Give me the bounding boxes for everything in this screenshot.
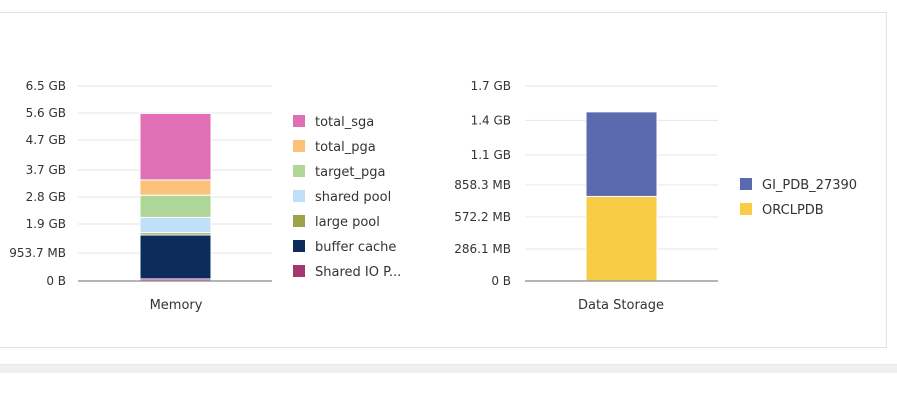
bar-segment[interactable] (139, 194, 212, 218)
bar-segment[interactable] (585, 111, 658, 197)
bar-segment[interactable] (139, 112, 212, 181)
y-tick-label: 286.1 MB (454, 242, 511, 256)
y-tick-label: 5.6 GB (26, 106, 66, 120)
legend-item-label[interactable]: shared pool (315, 190, 391, 205)
bar-segment[interactable] (139, 216, 212, 234)
y-tick-label: 0 B (46, 274, 66, 288)
bar-segment[interactable] (139, 234, 212, 280)
bar-segment[interactable] (585, 195, 658, 282)
legend-item-label[interactable]: Shared IO P... (315, 265, 401, 280)
legend-swatch[interactable] (293, 115, 305, 127)
y-tick-label: 6.5 GB (26, 79, 66, 93)
legend-swatch[interactable] (293, 140, 305, 152)
y-tick-label: 0 B (491, 274, 511, 288)
y-tick-label: 1.9 GB (26, 217, 66, 231)
charts-svg: 0 B 953.7 MB 1.9 GB 2.8 GB 3.7 GB 4.7 GB 5.6 G… (9, 79, 857, 313)
legend-item-label[interactable]: ORCLPDB (762, 203, 824, 218)
legend-swatch[interactable] (740, 178, 752, 190)
y-tick-label: 2.8 GB (26, 190, 66, 204)
y-tick-label: 858.3 MB (454, 178, 511, 192)
y-tick-label: 4.7 GB (26, 133, 66, 147)
y-tick-label: 953.7 MB (9, 246, 66, 260)
y-tick-label: 572.2 MB (454, 210, 511, 224)
bottom-scroll-bar (0, 364, 897, 373)
y-tick-label: 1.1 GB (471, 148, 511, 162)
legend-item-label[interactable]: total_pga (315, 140, 376, 155)
bar-segment[interactable] (139, 179, 212, 196)
legend-item-label[interactable]: target_pga (315, 165, 386, 180)
y-tick-label: 1.7 GB (471, 79, 511, 93)
legend-swatch[interactable] (293, 265, 305, 277)
y-tick-label: 3.7 GB (26, 163, 66, 177)
legend-item-label[interactable]: GI_PDB_27390 (762, 178, 857, 193)
category-label: Memory (150, 298, 203, 313)
category-label: Data Storage (578, 298, 664, 313)
legend-swatch[interactable] (293, 215, 305, 227)
legend-swatch[interactable] (293, 165, 305, 177)
y-tick-label: 1.4 GB (471, 113, 511, 127)
legend-item-label[interactable]: large pool (315, 215, 380, 230)
legend-item-label[interactable]: total_sga (315, 115, 374, 130)
legend-item-label[interactable]: buffer cache (315, 240, 396, 255)
legend-swatch[interactable] (293, 240, 305, 252)
legend-swatch[interactable] (740, 203, 752, 215)
legend-swatch[interactable] (293, 190, 305, 202)
page: 0 B 953.7 MB 1.9 GB 2.8 GB 3.7 GB 4.7 GB 5.6 G… (0, 0, 897, 405)
